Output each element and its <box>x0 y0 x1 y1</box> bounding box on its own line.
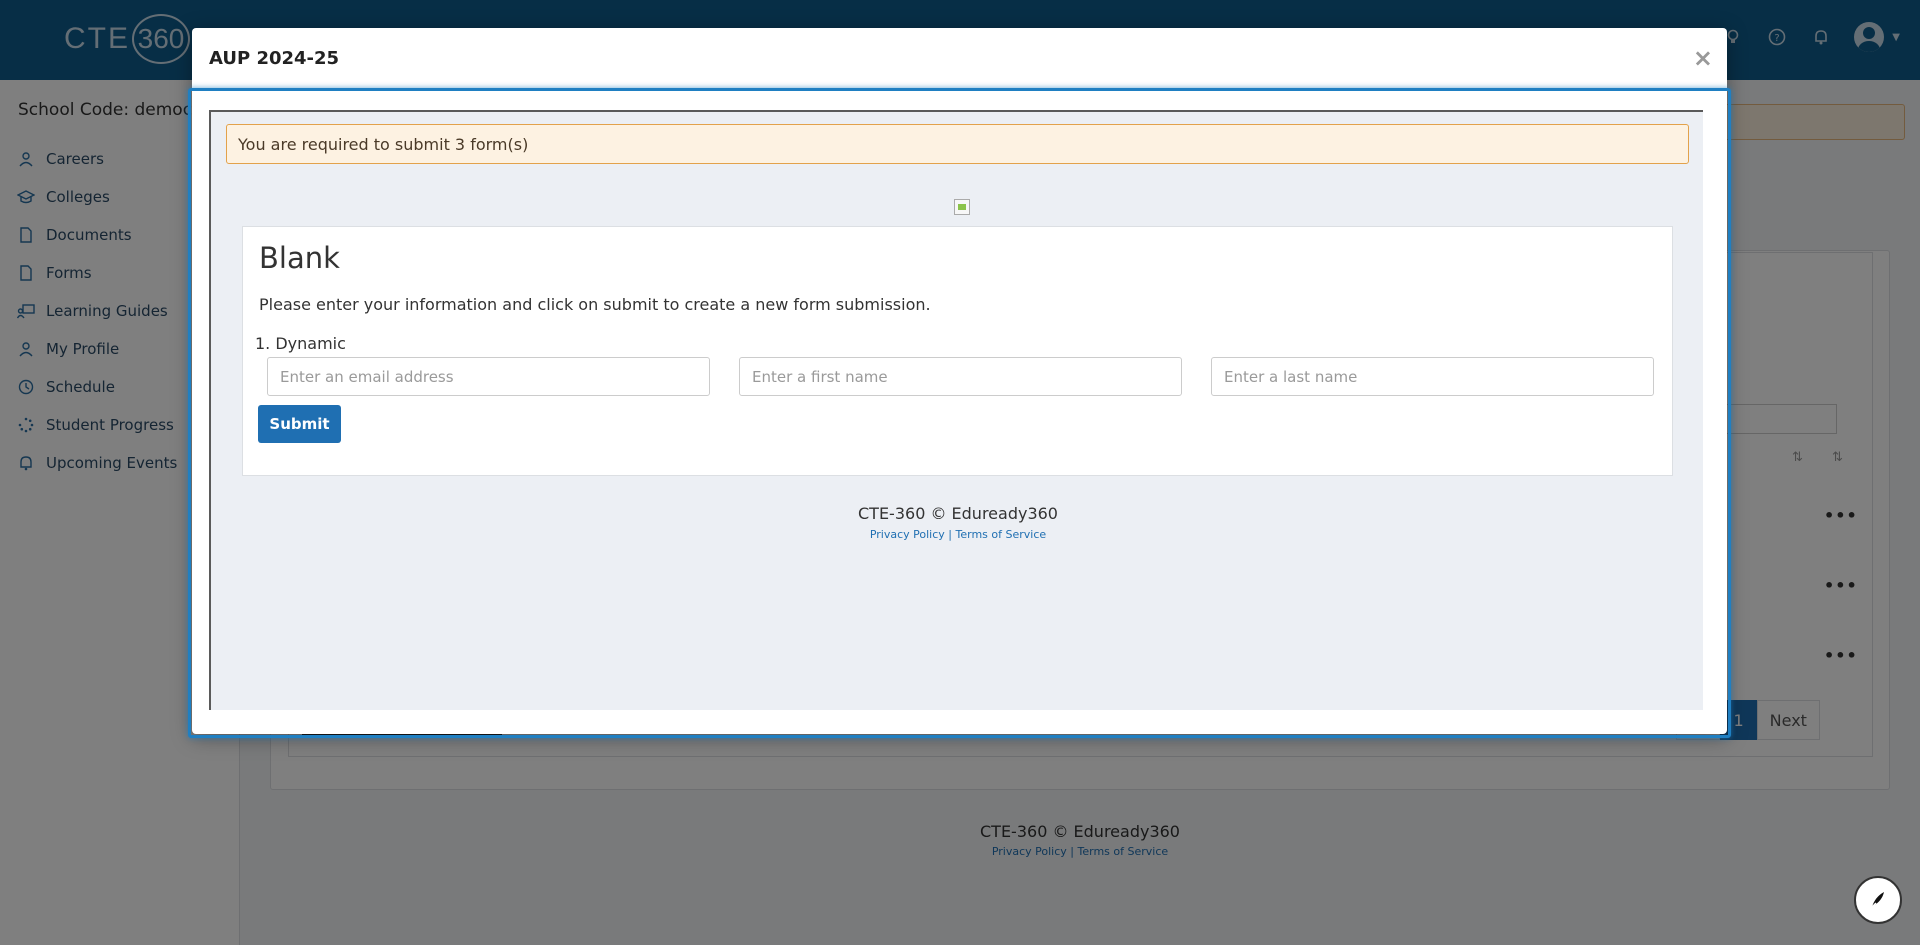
privacy-policy-link[interactable]: Privacy Policy <box>870 528 945 541</box>
first-name-field[interactable] <box>739 357 1182 396</box>
footer-links: Privacy Policy | Terms of Service <box>211 528 1705 541</box>
email-field[interactable] <box>267 357 710 396</box>
form-card: Blank Please enter your information and … <box>242 226 1673 476</box>
modal-title: AUP 2024-25 <box>209 48 340 69</box>
field-label: 1. Dynamic <box>255 334 346 353</box>
chat-fab-button[interactable] <box>1854 876 1902 924</box>
required-forms-notice: You are required to submit 3 form(s) <box>226 124 1689 164</box>
aup-modal: AUP 2024-25 × You are required to submit… <box>188 28 1731 738</box>
last-name-field[interactable] <box>1211 357 1654 396</box>
form-title: Blank <box>259 241 340 275</box>
form-description: Please enter your information and click … <box>259 295 931 314</box>
quill-icon <box>1870 892 1884 909</box>
image-icon <box>954 199 970 215</box>
footer-copyright: CTE-360 © Eduready360 <box>858 504 1058 523</box>
footer-separator: | <box>948 528 953 541</box>
form-footer: CTE-360 © Eduready360 Privacy Policy | T… <box>211 504 1705 541</box>
terms-of-service-link[interactable]: Terms of Service <box>956 528 1047 541</box>
close-icon[interactable]: × <box>1693 44 1713 72</box>
embedded-form-frame: You are required to submit 3 form(s) Bla… <box>209 110 1703 710</box>
submit-button[interactable]: Submit <box>258 405 341 443</box>
